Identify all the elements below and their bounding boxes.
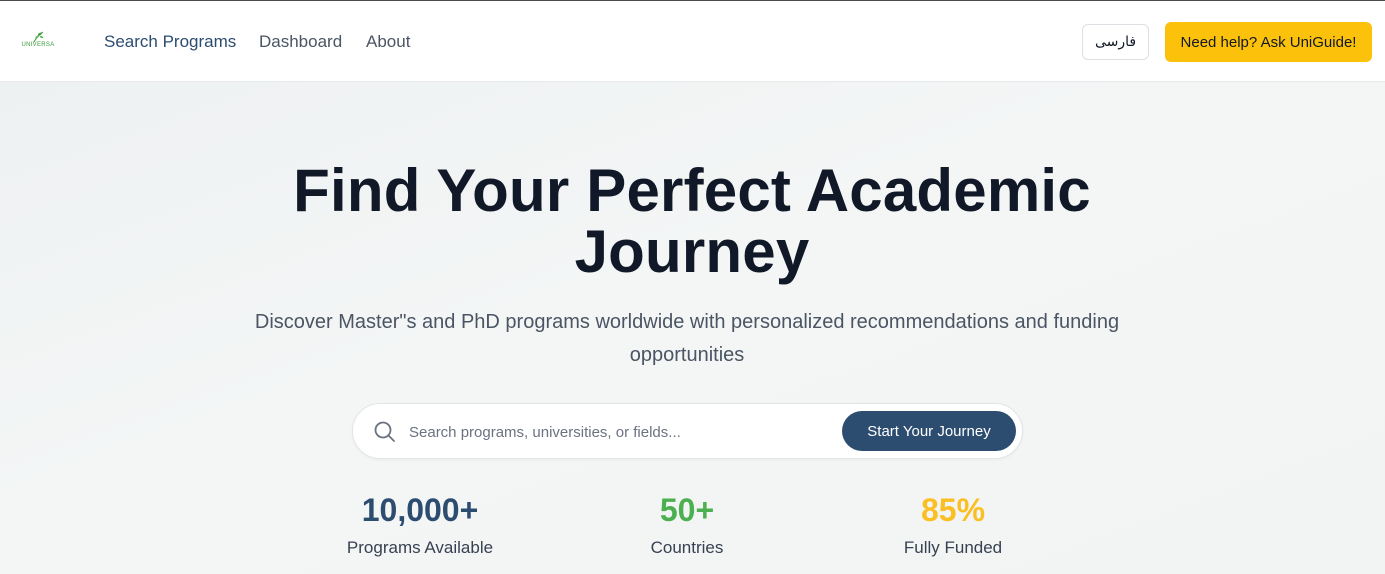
- stat-label: Fully Funded: [903, 538, 1003, 557]
- stat-programs: 10,000+ Programs Available: [310, 490, 530, 558]
- stat-label: Programs Available: [346, 538, 494, 557]
- search-bar: Start Your Journey: [352, 403, 1023, 459]
- search-icon: [374, 421, 395, 442]
- search-input[interactable]: [409, 416, 829, 448]
- stat-countries: 50+ Countries: [577, 490, 797, 558]
- nav-dashboard[interactable]: Dashboard: [259, 32, 342, 52]
- stat-label: Countries: [650, 538, 724, 557]
- nav-search-programs[interactable]: Search Programs: [104, 32, 236, 52]
- language-toggle-button[interactable]: فارسی: [1082, 24, 1149, 60]
- ask-uniguide-button[interactable]: Need help? Ask UniGuide!: [1165, 22, 1372, 62]
- top-navbar: UNIVERSA Search Programs Dashboard About…: [0, 0, 1385, 82]
- hero-subtitle: Discover Master"s and PhD programs world…: [254, 311, 1120, 366]
- stat-value: 10,000+: [361, 492, 479, 528]
- hero-title: Find Your Perfect Academic Journey: [293, 157, 1091, 285]
- stat-value: 85%: [920, 492, 986, 528]
- logo-text: UNIVERSA: [21, 42, 55, 48]
- page: UNIVERSA Search Programs Dashboard About…: [0, 0, 1385, 574]
- universa-logo[interactable]: UNIVERSA: [19, 31, 57, 51]
- nav-about[interactable]: About: [366, 32, 410, 52]
- stat-funded: 85% Fully Funded: [843, 490, 1063, 558]
- start-journey-button[interactable]: Start Your Journey: [842, 411, 1016, 451]
- stat-value: 50+: [659, 492, 715, 528]
